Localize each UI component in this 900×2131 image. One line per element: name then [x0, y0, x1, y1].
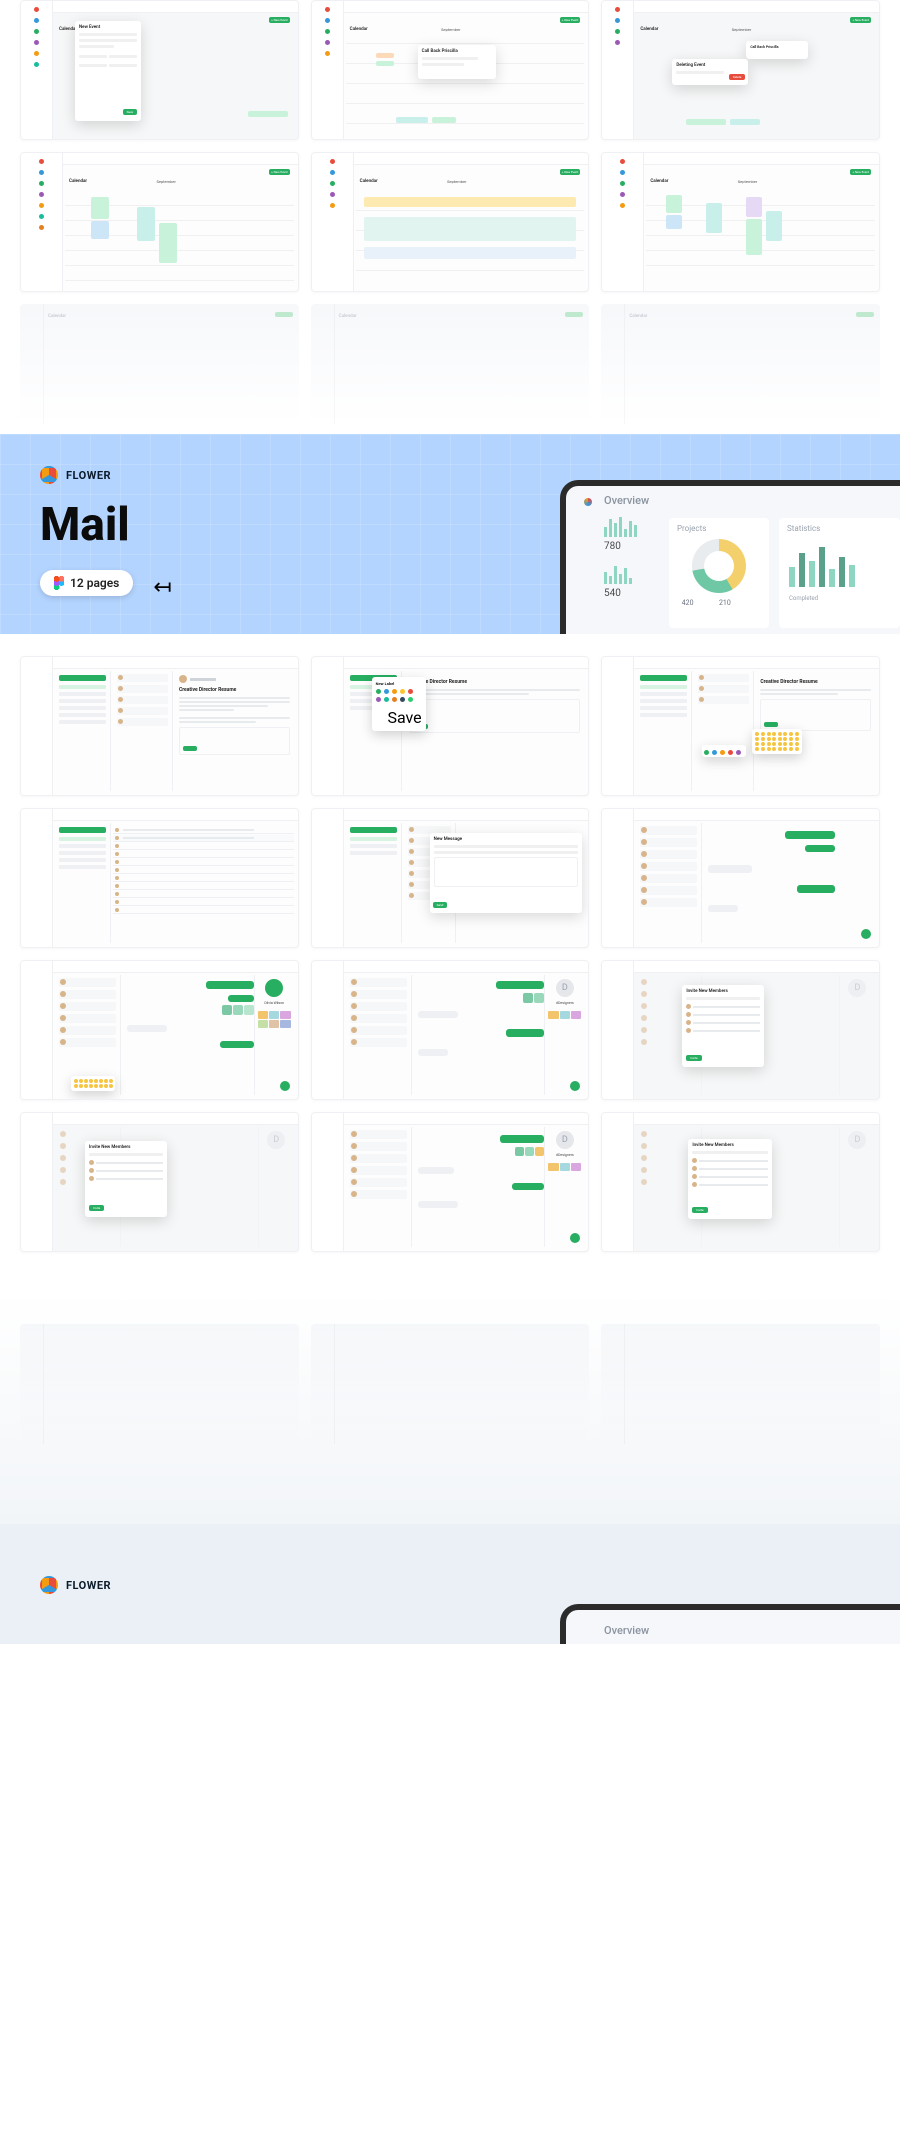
- pages-badge: 12 pages: [40, 570, 133, 596]
- new-event-pill: + New Event: [560, 17, 581, 23]
- statistics-panel: Statistics Completed: [779, 518, 900, 628]
- channel-name: #Designers: [545, 1001, 584, 1005]
- mail-thumb-reader: Creative Director Resume: [20, 656, 299, 796]
- modal-title: New Event: [79, 25, 137, 30]
- mail-reflection-row: [0, 1292, 900, 1524]
- new-message-title: New Message: [434, 837, 579, 842]
- page-title: Calendar: [360, 179, 378, 184]
- mail-thumb-invite-3: D Invite New Members Invite: [601, 1112, 880, 1252]
- page-title: Calendar: [650, 179, 668, 184]
- mail-thumb-chat-channel: D #Designers: [311, 960, 590, 1100]
- brand-name: FLOWER: [66, 1579, 111, 1592]
- new-event-pill: + New Event: [269, 169, 290, 175]
- page-title: Calendar: [69, 179, 87, 184]
- device-mockup: Overview 780 540 Projects 420 210 Statis…: [560, 480, 900, 634]
- mail-thumb-invite-1: D Invite New Members Invite: [601, 960, 880, 1100]
- new-label-title: New Label: [376, 681, 422, 686]
- delete-button: Delete: [729, 74, 745, 80]
- page-title: Calendar: [350, 27, 368, 32]
- mail-thumbnail-section: Creative Director Resume Creative Direct…: [0, 634, 900, 1292]
- new-event-pill: + New Event: [269, 17, 290, 23]
- mail-thumb-invite-2: D Invite New Members Invite: [20, 1112, 299, 1252]
- new-chat-fab: [861, 929, 871, 939]
- mail-thumb-emoji: Creative Director Resume: [601, 656, 880, 796]
- calendar-reflection-row: Calendar Calendar Calendar: [20, 304, 880, 424]
- mail-hero: FLOWER Mail 12 pages ↤ Overview 780 540 …: [0, 434, 900, 634]
- calendar-thumb-week-3: Calendar + New Event September: [601, 152, 880, 292]
- mail-thumb-chat-channel-2: D #Designers: [311, 1112, 590, 1252]
- avatar: [265, 979, 283, 997]
- month-label: September: [732, 27, 751, 32]
- calendar-thumbnail-section: Calendar + New Event New Event Save: [0, 0, 900, 434]
- projects-panel: Projects 420 210: [669, 518, 769, 628]
- brand-logo-icon: [40, 1576, 58, 1594]
- mail-subject: Creative Director Resume: [179, 687, 290, 693]
- calendar-thumb-event-popover: Calendar + New Event September Call Back…: [311, 0, 590, 140]
- donut-chart-icon: [692, 539, 746, 593]
- device-mockup: Overview: [560, 1604, 900, 1644]
- brand-name: FLOWER: [66, 469, 111, 482]
- arrow-icon: ↤: [153, 575, 171, 600]
- mail-thumb-inbox-list: [20, 808, 299, 948]
- calendar-thumb-week-2: Calendar + New Event September: [311, 152, 590, 292]
- calendar-thumb-delete-modal: Calendar + New Event September Call Back…: [601, 0, 880, 140]
- calendar-thumb-week-1: Calendar + New Event September: [20, 152, 299, 292]
- next-section-hero: FLOWER Overview: [0, 1524, 900, 1644]
- overview-label: Overview: [604, 494, 900, 507]
- brand-logo-icon: [40, 466, 58, 484]
- chat-user-name: Olivia Wilson: [255, 1001, 294, 1005]
- calendar-thumb-new-event-modal: Calendar + New Event New Event Save: [20, 0, 299, 140]
- new-event-pill: + New Event: [850, 17, 871, 23]
- mail-thumb-new-label: Creative Director Resume New Label Save: [311, 656, 590, 796]
- send-button: [183, 746, 197, 751]
- mail-thumb-new-message: New Message Send: [311, 808, 590, 948]
- pages-count: 12 pages: [70, 576, 119, 590]
- channel-avatar: D: [556, 979, 574, 997]
- popover-title: Call Back Priscilla: [422, 49, 492, 54]
- mail-thumb-chat-profile-emoji: Olivia Wilson: [20, 960, 299, 1100]
- page-title: Calendar: [640, 27, 658, 32]
- modal-save-button: Save: [123, 109, 137, 115]
- mail-thumb-chat-basic: [601, 808, 880, 948]
- invite-title: Invite New Members: [686, 989, 760, 994]
- figma-icon: [54, 576, 64, 590]
- month-label: September: [441, 27, 460, 32]
